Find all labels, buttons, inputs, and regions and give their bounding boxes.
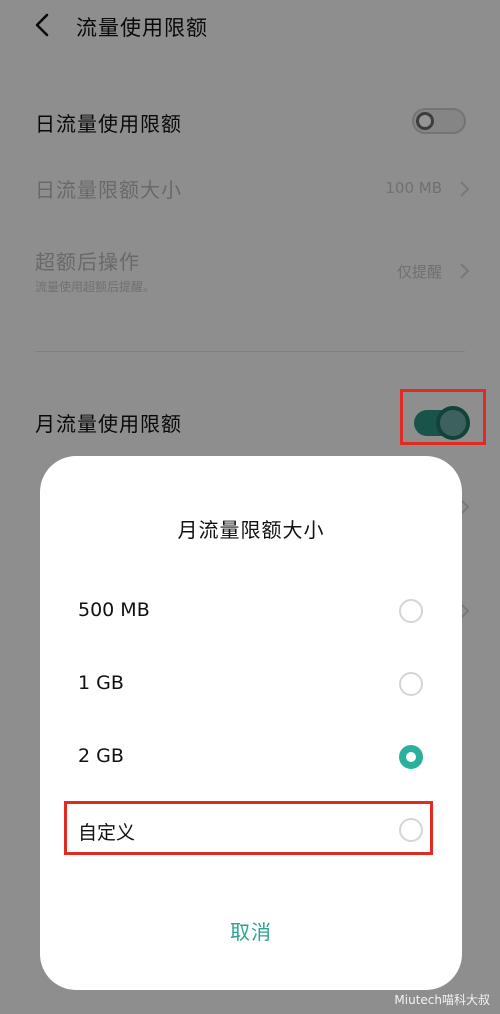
custom-option-highlight-box [64, 801, 433, 855]
option-label: 1 GB [78, 672, 124, 694]
radio-button-checked[interactable] [399, 745, 423, 769]
option-2gb[interactable]: 2 GB [40, 732, 462, 782]
watermark: Miutech喵科大叔 [394, 993, 490, 1007]
option-500mb[interactable]: 500 MB [40, 586, 462, 636]
monthly-size-dialog: 月流量限额大小 500 MB 1 GB 2 GB 自定义 取消 [40, 456, 462, 990]
radio-button[interactable] [399, 672, 423, 696]
cancel-button[interactable]: 取消 [40, 916, 462, 945]
option-label: 2 GB [78, 745, 124, 767]
toggle-highlight-box [400, 389, 486, 445]
dialog-title: 月流量限额大小 [177, 518, 325, 542]
option-label: 500 MB [78, 599, 150, 621]
radio-button[interactable] [399, 599, 423, 623]
option-1gb[interactable]: 1 GB [40, 659, 462, 709]
